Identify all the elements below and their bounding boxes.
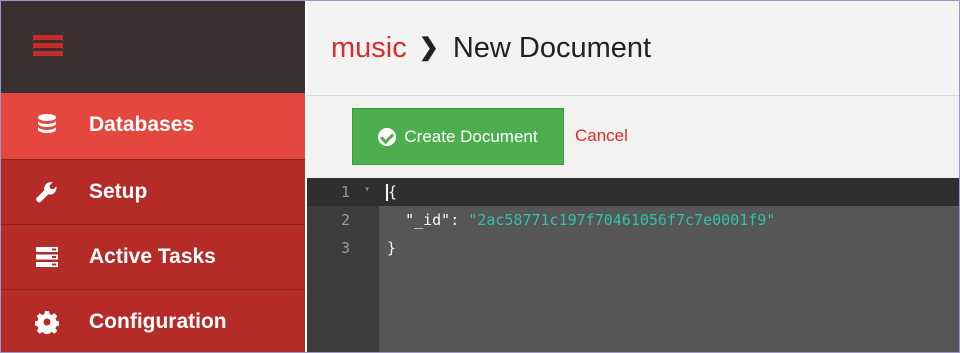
sidebar-item-active-tasks[interactable]: Active Tasks — [1, 224, 305, 289]
json-editor[interactable]: 1 ▾ { 2 "_id": "2ac58771c197f70461056f7c… — [307, 178, 959, 352]
editor-line[interactable]: 2 "_id": "2ac58771c197f70461056f7c7e0001… — [307, 206, 959, 234]
chevron-right-icon: ❯ — [418, 34, 439, 61]
create-document-label: Create Document — [404, 126, 538, 146]
cancel-button[interactable]: Cancel — [575, 126, 628, 146]
breadcrumb-database-link[interactable]: music — [331, 32, 407, 64]
create-document-button[interactable]: Create Document — [352, 108, 564, 165]
breadcrumb: music ❯ New Document — [331, 32, 651, 65]
json-colon: : — [450, 211, 469, 229]
main-content: music ❯ New Document Create Document Cance… — [307, 1, 959, 352]
sidebar-header — [1, 1, 305, 93]
app-window: Databases Setup Active Tasks Configurati… — [0, 0, 960, 353]
json-key: "_id" — [405, 211, 451, 229]
json-string-value: "2ac58771c197f70461056f7c7e0001f9" — [468, 211, 776, 229]
sidebar-item-label: Active Tasks — [89, 245, 216, 268]
code-text: { — [388, 183, 398, 201]
wrench-icon — [36, 182, 57, 203]
editor-line[interactable]: 3 } — [307, 234, 959, 262]
sidebar-item-databases[interactable]: Databases — [1, 93, 305, 159]
server-icon — [36, 247, 58, 267]
sidebar-item-label: Setup — [89, 180, 148, 203]
hamburger-menu-icon[interactable] — [33, 35, 63, 57]
line-number: 1 — [341, 183, 351, 201]
sidebar-item-label: Configuration — [89, 310, 227, 333]
page-title: New Document — [452, 32, 652, 64]
check-circle-icon — [378, 127, 397, 146]
sidebar-item-configuration[interactable]: Configuration — [1, 289, 305, 352]
code-text: } — [387, 239, 397, 257]
sidebar-item-setup[interactable]: Setup — [1, 159, 305, 224]
line-number: 2 — [341, 211, 351, 229]
toolbar: Create Document Cancel — [307, 96, 959, 178]
sidebar: Databases Setup Active Tasks Configurati… — [1, 1, 305, 352]
fold-arrow-icon[interactable]: ▾ — [364, 184, 370, 195]
page-header: music ❯ New Document — [307, 1, 959, 96]
sidebar-item-label: Databases — [89, 113, 195, 136]
line-number: 3 — [341, 239, 351, 257]
editor-line[interactable]: 1 ▾ { — [307, 178, 959, 206]
database-icon — [38, 114, 56, 133]
gear-icon — [35, 311, 59, 334]
